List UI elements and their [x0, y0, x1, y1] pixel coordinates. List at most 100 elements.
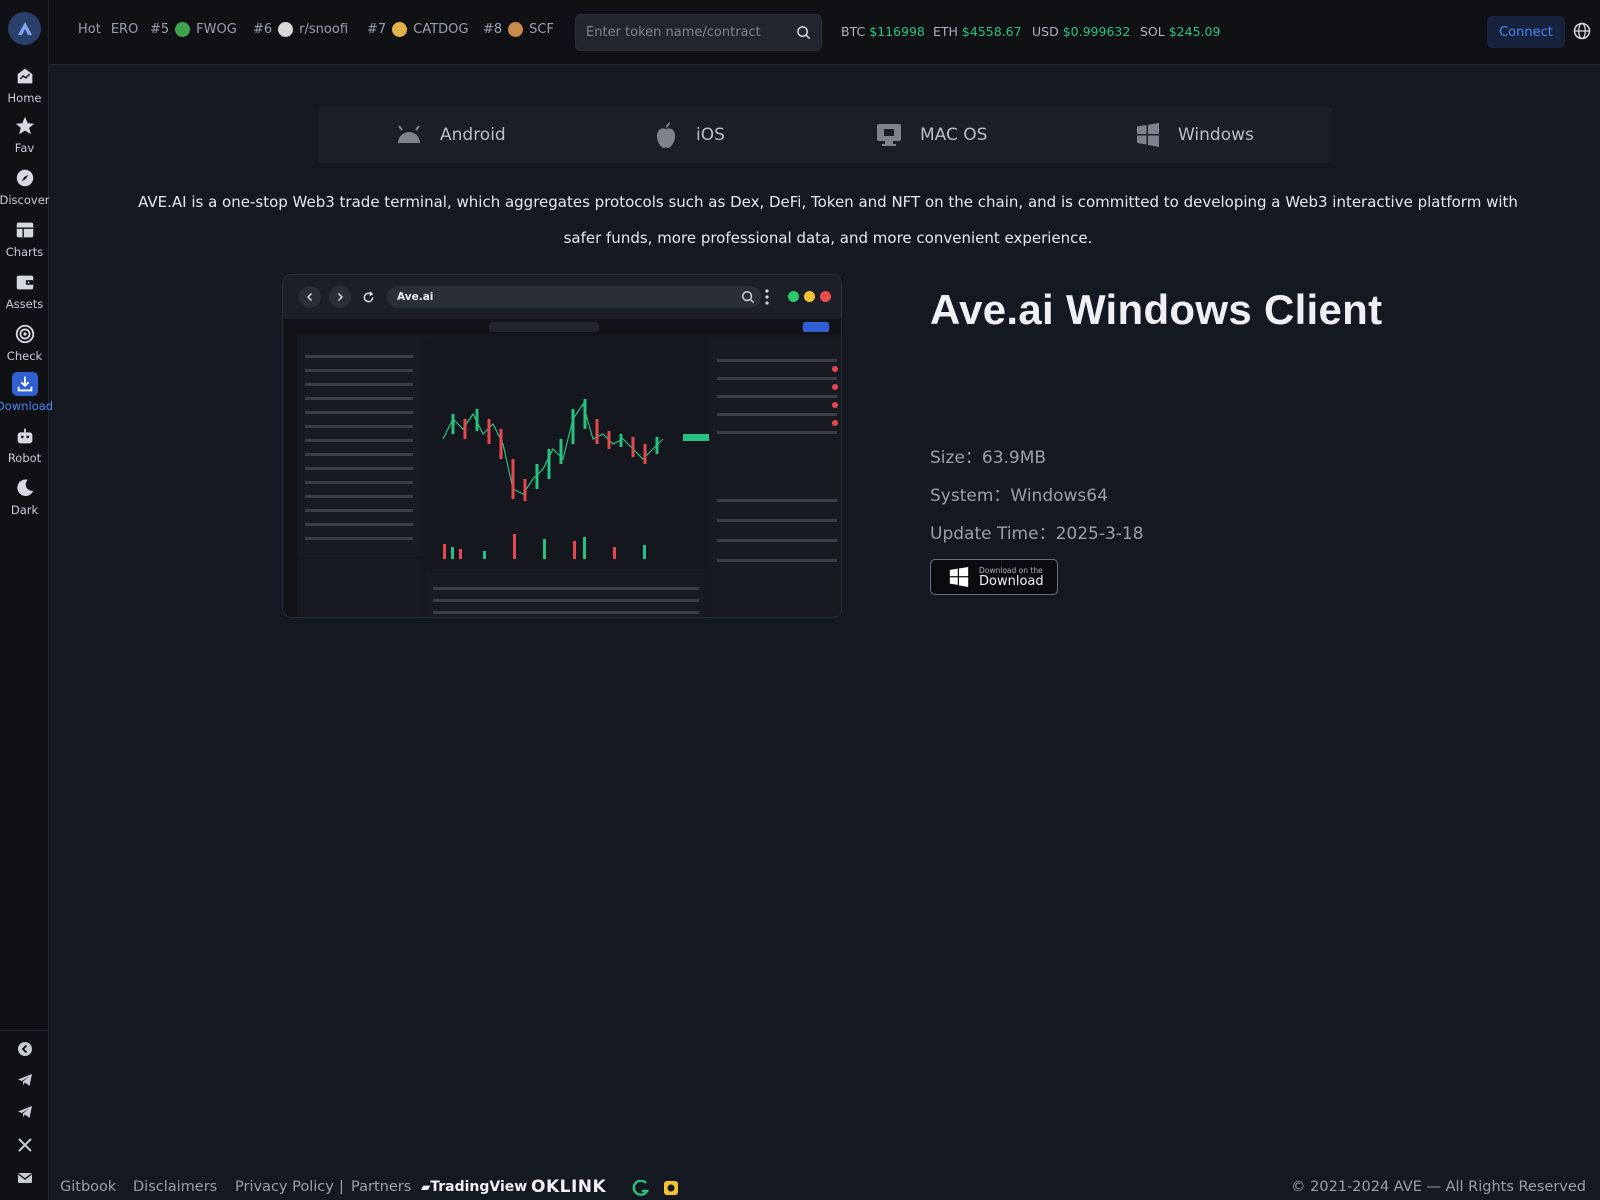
partner-badge-icon[interactable]: [663, 1180, 679, 1196]
trending-token-5[interactable]: #5 FWOG: [150, 22, 237, 37]
email-link[interactable]: [0, 1163, 49, 1193]
search-icon[interactable]: [796, 25, 811, 40]
trending-name: SCF: [529, 22, 554, 37]
tab-macos[interactable]: MAC OS: [876, 107, 987, 163]
wallet-icon: [16, 275, 33, 290]
search-input[interactable]: [586, 25, 791, 40]
footer-separator: |: [339, 1179, 344, 1195]
tab-label: MAC OS: [920, 125, 988, 145]
partner-logo-icon[interactable]: [632, 1180, 650, 1196]
sidebar-item-label: Robot: [7, 451, 42, 465]
sidebar-item-charts[interactable]: Charts: [0, 218, 49, 264]
sidebar-item-label: Charts: [5, 245, 44, 259]
preview-menu-icon: [765, 289, 769, 305]
preview-search-icon: [742, 291, 755, 304]
sidebar-item-assets[interactable]: Assets: [0, 270, 49, 316]
sidebar-item-check[interactable]: Check: [0, 322, 49, 368]
client-update-time: Update Time：2025-3-18: [930, 524, 1144, 544]
price-symbol: BTC: [841, 24, 866, 39]
trending-rank: #6: [253, 22, 273, 37]
price-value: $0.999632: [1062, 24, 1131, 39]
tab-windows[interactable]: Windows: [1136, 107, 1254, 163]
preview-browser-bar: Ave.ai: [283, 275, 841, 319]
token-logo-icon: [392, 22, 408, 37]
preview-app-content: [283, 319, 841, 617]
charts-icon: [16, 222, 33, 238]
collapse-sidebar-button[interactable]: [0, 1034, 49, 1064]
partner-oklink[interactable]: OKLINK: [531, 1177, 606, 1197]
arrow-left-circle-icon: [17, 1042, 32, 1056]
footer-link-privacy-policy[interactable]: Privacy Policy: [235, 1179, 334, 1195]
sidebar-item-fav[interactable]: Fav: [0, 114, 49, 160]
tab-android[interactable]: Android: [396, 107, 506, 163]
trending-token-7[interactable]: #7 CATDOG: [367, 22, 468, 37]
sidebar-item-discover[interactable]: Discover: [0, 166, 50, 212]
product-description: AVE.AI is a one-stop Web3 trade terminal…: [138, 193, 1518, 247]
client-title: Ave.ai Windows Client: [930, 286, 1383, 333]
sidebar-item-download[interactable]: Download: [0, 372, 53, 418]
x-twitter-link[interactable]: [0, 1130, 49, 1160]
trending-rank: #8: [483, 22, 503, 37]
trending-rank: #7: [367, 22, 387, 37]
hot-tokens: Hot ERO: [78, 22, 138, 37]
price-usd: USD $0.999632: [1032, 24, 1130, 39]
sidebar-item-dark[interactable]: Dark: [0, 476, 49, 522]
partner-tradingview[interactable]: ▰TradingView: [421, 1179, 527, 1195]
client-size: Size：63.9MB: [930, 448, 1047, 468]
download-icon: [17, 376, 32, 392]
price-symbol: ETH: [933, 24, 958, 39]
token-logo-icon: [278, 22, 294, 37]
footer-link-partners[interactable]: Partners: [351, 1179, 411, 1195]
token-search: [575, 14, 822, 51]
download-button-label: Download: [979, 574, 1044, 589]
robot-icon: [17, 428, 32, 444]
star-icon: [15, 116, 34, 135]
trending-name: r/snoofi: [299, 22, 349, 37]
price-sol: SOL $245.09: [1140, 24, 1220, 39]
trending-name: FWOG: [196, 22, 237, 37]
trending-token-6[interactable]: #6 r/snoofi: [253, 22, 348, 37]
preview-dot-green: [788, 291, 799, 302]
preview-terminal-graphic: [283, 319, 841, 617]
sidebar-divider: [0, 1030, 49, 1031]
sidebar-item-label: Dark: [10, 503, 39, 517]
tab-label: Windows: [1178, 125, 1254, 145]
sidebar-item-home[interactable]: Home: [0, 64, 49, 110]
sidebar-item-label: Assets: [5, 297, 44, 311]
partner-tradingview-label: TradingView: [430, 1179, 528, 1195]
download-button[interactable]: Download on the Download: [930, 559, 1058, 595]
tab-ios[interactable]: iOS: [654, 107, 725, 163]
mac-monitor-icon: [877, 124, 901, 146]
price-symbol: USD: [1032, 24, 1059, 39]
telegram-icon: [17, 1106, 32, 1118]
trending-token-8[interactable]: #8 SCF: [483, 22, 554, 37]
connect-button[interactable]: Connect: [1487, 16, 1565, 48]
sidebar-item-label: Discover: [0, 193, 50, 207]
sidebar-item-label: Home: [7, 91, 42, 105]
moon-icon: [16, 479, 33, 496]
ave-logo[interactable]: [8, 12, 41, 45]
preview-forward-icon: [329, 286, 351, 308]
preview-reload-icon: [357, 286, 379, 308]
radar-icon: [15, 324, 34, 344]
sidebar-item-label: Check: [6, 349, 43, 363]
price-value: $4558.67: [961, 24, 1022, 39]
platform-tabs: Android iOS MAC OS Windows: [318, 107, 1332, 163]
globe-icon[interactable]: [1573, 22, 1591, 40]
telegram-link-1[interactable]: [0, 1065, 49, 1095]
telegram-icon: [17, 1074, 32, 1086]
hot-token-first[interactable]: ERO: [111, 22, 138, 37]
footer-link-gitbook[interactable]: Gitbook: [60, 1179, 116, 1195]
tab-label: Android: [440, 125, 506, 145]
preview-dot-yellow: [804, 291, 815, 302]
price-symbol: SOL: [1140, 24, 1165, 39]
price-eth: ETH $4558.67: [933, 24, 1022, 39]
telegram-link-2[interactable]: [0, 1097, 49, 1127]
price-value: $116998: [869, 24, 925, 39]
tradingview-logo-icon: ▰: [421, 1180, 431, 1194]
price-btc: BTC $116998: [841, 24, 925, 39]
preview-back-icon: [299, 286, 321, 308]
compass-icon: [16, 169, 33, 187]
sidebar-item-robot[interactable]: Robot: [0, 424, 49, 470]
footer-link-disclaimers[interactable]: Disclaimers: [133, 1179, 217, 1195]
